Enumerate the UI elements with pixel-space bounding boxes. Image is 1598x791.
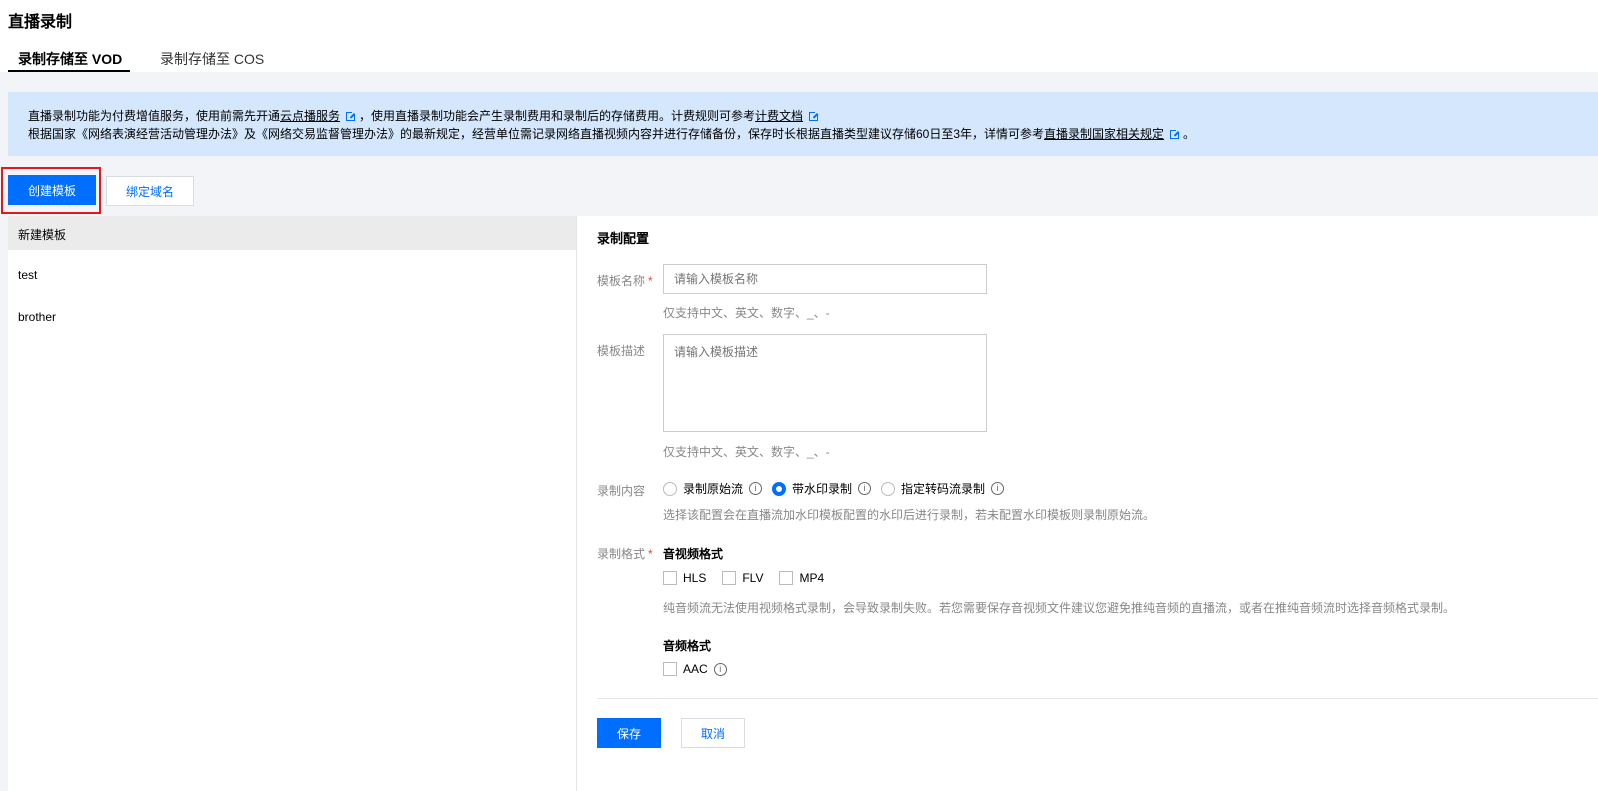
audio-format-checkboxes: AAC i: [663, 662, 737, 676]
tab-vod[interactable]: 录制存储至 VOD: [18, 49, 122, 69]
info-icon[interactable]: i: [749, 482, 763, 495]
record-config-form: 录制配置 模板名称* 仅支持中文、英文、数字、_、- 模板描述 仅支持中文、英文…: [577, 216, 1598, 791]
radio-watermark[interactable]: [772, 481, 787, 496]
create-template-button[interactable]: 创建模板: [8, 175, 96, 205]
checkbox-flv[interactable]: [722, 571, 737, 585]
record-content-radio-group: 录制原始流 i 带水印录制 i 指定转码流录制 i: [663, 480, 1014, 497]
template-desc-hint: 仅支持中文、英文、数字、_、-: [663, 445, 830, 459]
info-icon[interactable]: i: [713, 662, 727, 676]
notice-line-2: 根据国家《网络表演经营活动管理办法》及《网络交易监督管理办法》的最新规定，经营单…: [28, 127, 1196, 141]
template-list-item[interactable]: test: [8, 258, 576, 292]
info-icon[interactable]: i: [991, 482, 1005, 495]
billing-doc-link[interactable]: 计费文档: [755, 109, 803, 123]
av-format-title: 音视频格式: [663, 547, 724, 561]
record-format-label: 录制格式 *: [597, 547, 653, 561]
save-button[interactable]: 保存: [597, 718, 661, 748]
external-link-icon[interactable]: [1170, 128, 1182, 139]
checkbox-aac[interactable]: [663, 662, 677, 676]
radio-transcode-stream[interactable]: [881, 481, 896, 496]
tab-cos[interactable]: 录制存储至 COS: [160, 49, 264, 69]
template-desc-textarea[interactable]: [663, 334, 987, 432]
record-content-label: 录制内容: [597, 484, 646, 498]
form-divider: [597, 698, 1598, 699]
info-icon[interactable]: i: [858, 482, 872, 495]
notice-banner: 直播录制功能为付费增值服务，使用前需先开通云点播服务 ，使用直播录制功能会产生录制…: [8, 92, 1598, 156]
section-title: 录制配置: [597, 231, 650, 246]
template-list: 新建模板 test brother: [8, 216, 577, 791]
page-title: 直播录制: [8, 14, 73, 31]
audio-format-title: 音频格式: [663, 639, 712, 653]
template-name-input[interactable]: [663, 264, 987, 294]
external-link-icon[interactable]: [809, 110, 821, 121]
checkbox-mp4[interactable]: [779, 571, 794, 585]
template-name-label: 模板名称 *: [597, 274, 653, 288]
av-format-checkboxes: HLS FLV MP4: [663, 571, 840, 585]
template-name-hint: 仅支持中文、英文、数字、_、-: [663, 306, 830, 320]
external-link-icon[interactable]: [346, 110, 358, 121]
template-desc-label: 模板描述: [597, 344, 646, 358]
page-header: 直播录制 录制存储至 VOD 录制存储至 COS: [0, 0, 1598, 72]
av-format-hint: 纯音频流无法使用视频格式录制，会导致录制失败。若您需要保存音视频文件建议您避免推…: [663, 601, 1456, 615]
radio-original-stream[interactable]: [663, 481, 677, 496]
cancel-button[interactable]: 取消: [681, 718, 745, 748]
regulation-link[interactable]: 直播录制国家相关规定: [1044, 127, 1164, 141]
checkbox-hls[interactable]: [663, 571, 677, 585]
record-content-hint: 选择该配置会在直播流加水印模板配置的水印后进行录制，若未配置水印模板则录制原始流…: [663, 508, 1156, 522]
notice-line-1: 直播录制功能为付费增值服务，使用前需先开通云点播服务 ，使用直播录制功能会产生录制…: [28, 107, 822, 124]
vod-service-link[interactable]: 云点播服务: [280, 109, 340, 123]
template-list-item[interactable]: 新建模板: [8, 216, 576, 250]
template-list-item[interactable]: brother: [8, 300, 576, 334]
active-tab-indicator: [8, 70, 130, 72]
bind-domain-button[interactable]: 绑定域名: [106, 176, 194, 206]
